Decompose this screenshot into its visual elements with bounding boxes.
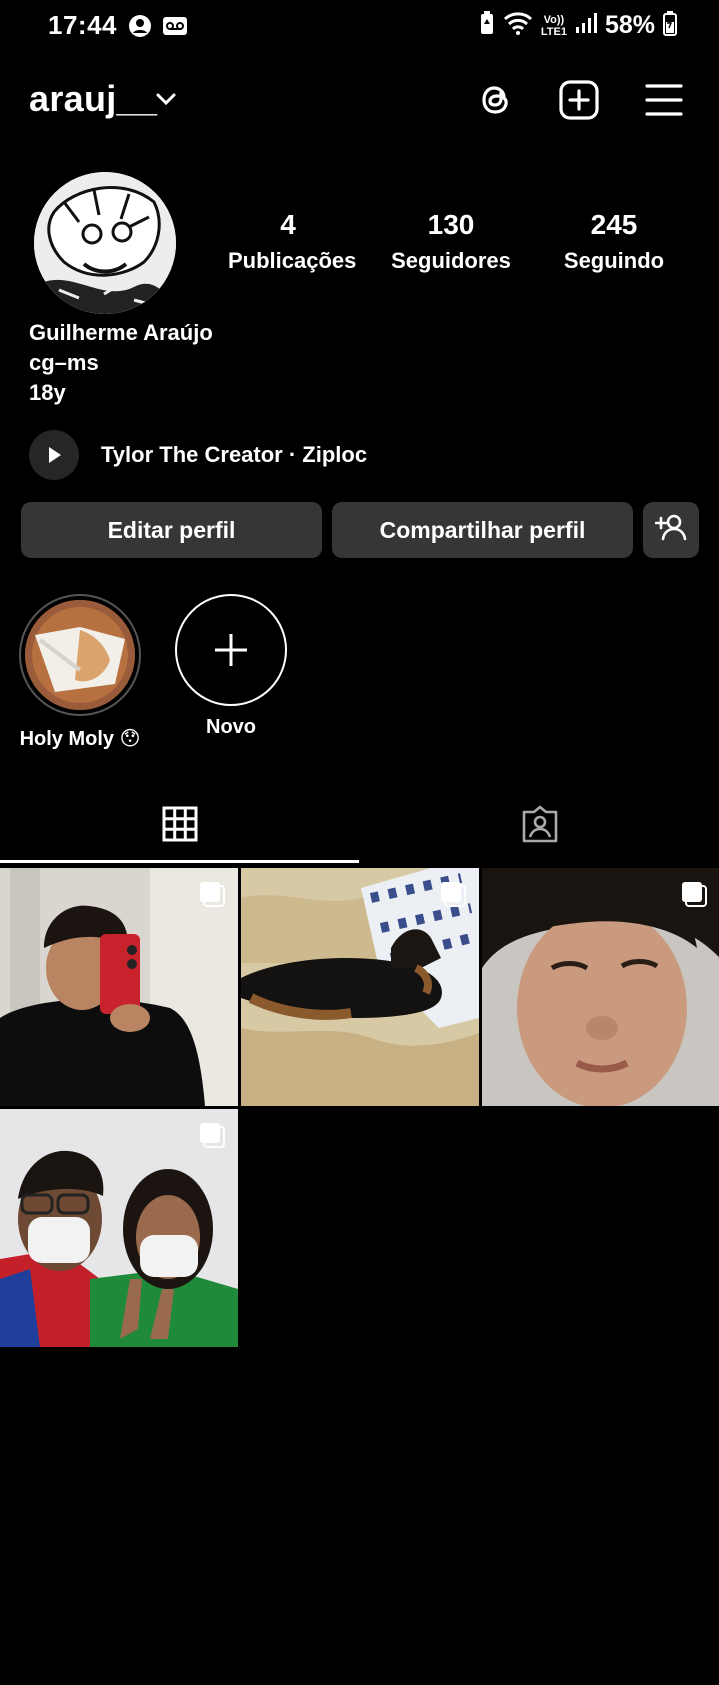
new-highlight[interactable]: Novo [172, 594, 290, 739]
add-highlight-icon[interactable] [175, 594, 287, 706]
stat-followers-value: 130 [427, 209, 475, 240]
volte-icon: Vo)) LTE1 [541, 14, 567, 38]
stat-following-label: Seguindo [563, 248, 665, 273]
stat-posts[interactable]: 4 Publicações [228, 208, 357, 276]
multiple-photos-icon [198, 880, 226, 913]
status-bar: 17:44 Vo)) LTE1 58% [0, 0, 719, 52]
wifi-icon [503, 10, 533, 41]
battery-saver-icon [479, 10, 495, 41]
highlight-cover [25, 600, 135, 710]
tab-tagged[interactable] [360, 790, 719, 862]
new-highlight-label: Novo [206, 716, 256, 738]
post-thumbnail[interactable] [0, 868, 238, 1106]
music-track: Tylor The Creator · Ziploc [101, 442, 368, 467]
signal-icon [575, 11, 597, 40]
profile-name: Guilherme Araújo [29, 320, 213, 345]
volte-label: Vo)) [543, 13, 565, 26]
account-circle-icon [128, 14, 152, 43]
menu-icon[interactable] [642, 78, 686, 122]
profile-bio: Guilherme Araújo cg–ms 18y [29, 318, 213, 408]
lte-label: LTE1 [540, 25, 567, 38]
stat-following[interactable]: 245 Seguindo [558, 208, 670, 276]
profile-header: arauj__ [0, 72, 719, 132]
voicemail-icon [162, 14, 188, 43]
tab-grid[interactable] [0, 790, 359, 862]
chevron-down-icon[interactable] [155, 92, 177, 111]
avatar[interactable] [34, 172, 176, 314]
profile-music[interactable]: Tylor The Creator · Ziploc [29, 430, 367, 480]
stat-posts-value: 4 [280, 209, 296, 240]
add-post-icon[interactable] [557, 78, 601, 122]
multiple-photos-icon [198, 1121, 226, 1154]
battery-percent: 58% [604, 11, 655, 39]
post-thumbnail[interactable] [482, 868, 719, 1106]
tagged-icon [520, 804, 560, 849]
tab-indicator [0, 860, 359, 863]
bio-line: 18y [29, 380, 66, 405]
play-icon[interactable] [29, 430, 79, 480]
add-person-icon [654, 513, 687, 547]
highlight-label: Holy Moly 😯 [19, 728, 141, 750]
stat-posts-label: Publicações [228, 248, 357, 273]
profile-tabs [0, 790, 719, 863]
post-thumbnail[interactable] [0, 1109, 238, 1347]
status-time: 17:44 [48, 10, 117, 40]
stat-following-value: 245 [590, 209, 638, 240]
battery-icon [663, 10, 677, 41]
multiple-photos-icon [439, 880, 467, 913]
stat-followers[interactable]: 130 Seguidores [390, 208, 512, 276]
share-profile-button[interactable]: Compartilhar perfil [332, 502, 633, 558]
add-user-button[interactable] [643, 502, 699, 558]
grid-icon [162, 806, 198, 847]
post-thumbnail[interactable] [241, 868, 479, 1106]
threads-icon[interactable] [474, 78, 518, 122]
bio-line: cg–ms [29, 350, 99, 375]
stat-followers-label: Seguidores [391, 248, 511, 273]
edit-profile-button[interactable]: Editar perfil [21, 502, 322, 558]
multiple-photos-icon [680, 880, 708, 913]
username[interactable]: arauj__ [29, 78, 157, 120]
highlight-item[interactable]: Holy Moly 😯 [19, 594, 141, 751]
